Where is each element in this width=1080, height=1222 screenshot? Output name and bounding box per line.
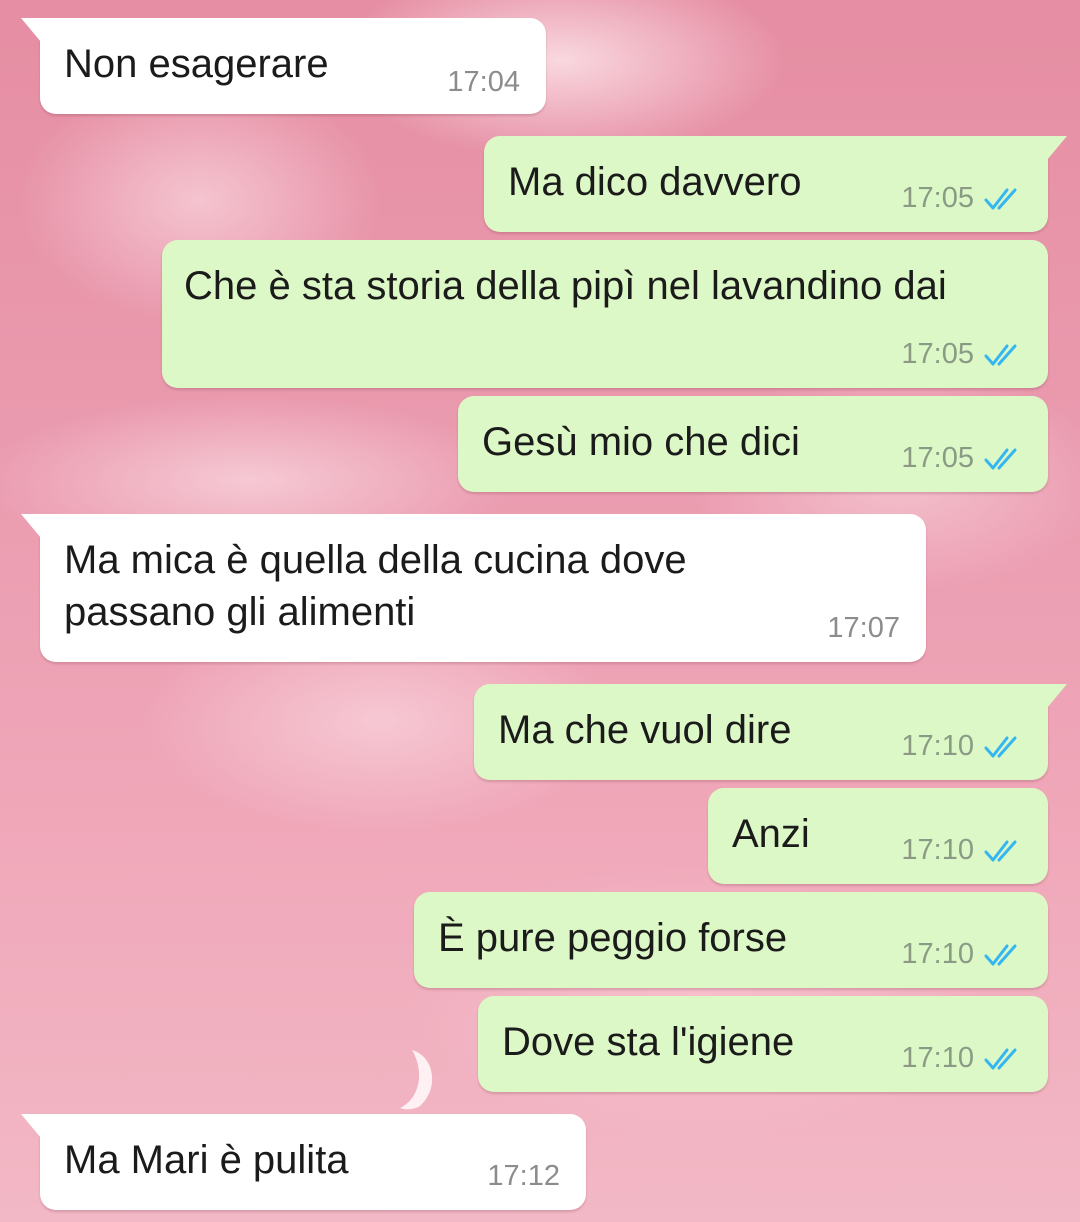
message-bubble-incoming[interactable]: Non esagerare 17:04: [21, 18, 546, 114]
message-bubble-outgoing[interactable]: Anzi 17:10: [708, 788, 1048, 884]
message-bubble-outgoing[interactable]: Dove sta l'igiene 17:10: [478, 996, 1048, 1092]
message-text: Anzi: [732, 812, 810, 856]
message-text: Ma Mari è pulita: [64, 1138, 349, 1182]
double-check-icon: [984, 736, 1017, 758]
message-timestamp: 17:10: [901, 730, 974, 762]
message-text: Ma mica è quella della cucina dove passa…: [64, 538, 687, 634]
double-check-icon: [984, 944, 1017, 966]
bubble-tail: [21, 514, 41, 538]
message-text: Non esagerare: [64, 42, 329, 86]
message-bubble-outgoing[interactable]: Gesù mio che dici 17:05: [458, 396, 1048, 492]
message-bubble-outgoing[interactable]: Ma che vuol dire 17:10: [474, 684, 1067, 780]
message-timestamp: 17:10: [901, 938, 974, 970]
message-timestamp: 17:10: [901, 834, 974, 866]
message-text: Ma che vuol dire: [498, 708, 792, 752]
message-bubble-outgoing[interactable]: Ma dico davvero 17:05: [484, 136, 1067, 232]
bubble-tail: [1047, 684, 1067, 708]
message-text: È pure peggio forse: [438, 916, 788, 960]
message-timestamp: 17:05: [901, 182, 974, 214]
message-timestamp: 17:04: [447, 66, 520, 98]
bubble-tail: [21, 18, 41, 42]
message-timestamp: 17:05: [901, 442, 974, 474]
double-check-icon: [984, 344, 1017, 366]
double-check-icon: [984, 188, 1017, 210]
message-text: Ma dico davvero: [508, 160, 802, 204]
message-timestamp: 17:12: [487, 1160, 560, 1192]
message-bubble-incoming[interactable]: Ma mica è quella della cucina dove passa…: [21, 514, 926, 662]
message-timestamp: 17:05: [901, 338, 974, 370]
double-check-icon: [984, 448, 1017, 470]
double-check-icon: [984, 1048, 1017, 1070]
bubble-tail: [1047, 136, 1067, 160]
message-timestamp: 17:07: [827, 612, 900, 644]
double-check-icon: [984, 840, 1017, 862]
message-text: Gesù mio che dici: [482, 420, 800, 464]
message-text: Che è sta storia della pipì nel lavandin…: [184, 264, 947, 308]
message-bubble-outgoing[interactable]: Che è sta storia della pipì nel lavandin…: [162, 240, 1048, 388]
message-bubble-outgoing[interactable]: È pure peggio forse 17:10: [414, 892, 1048, 988]
message-timestamp: 17:10: [901, 1042, 974, 1074]
message-text: Dove sta l'igiene: [502, 1020, 795, 1064]
bubble-tail: [21, 1114, 41, 1138]
crescent-moon-icon: [400, 1050, 433, 1110]
message-bubble-incoming[interactable]: Ma Mari è pulita 17:12: [21, 1114, 586, 1210]
